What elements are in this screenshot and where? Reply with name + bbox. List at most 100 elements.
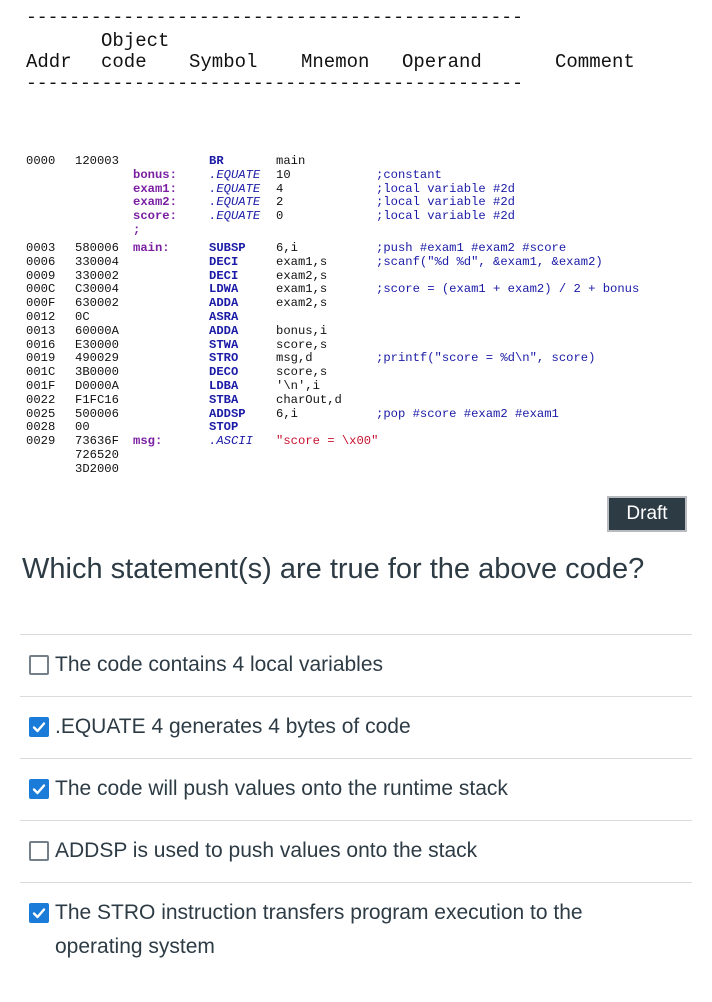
listing-comment: ;scanf("%d %d", &exam1, &exam2) xyxy=(376,254,603,269)
listing-object-code: 330004 xyxy=(75,254,119,269)
checkbox-icon[interactable] xyxy=(29,841,49,861)
listing-addr: 000C xyxy=(26,282,56,297)
listing-mnemonic: ADDSP xyxy=(209,406,246,421)
listing-operand: 10 xyxy=(276,167,291,182)
listing-mnemonic: ADDA xyxy=(209,296,239,311)
listing-operand: 4 xyxy=(276,181,284,196)
header-col-code: code xyxy=(101,51,147,73)
answer-option[interactable]: ADDSP is used to push values onto the st… xyxy=(20,820,692,882)
listing-addr: 0025 xyxy=(26,406,56,421)
listing-addr: 0003 xyxy=(26,240,56,255)
listing-object-code: 500006 xyxy=(75,406,119,421)
listing-symbol: bonus: xyxy=(133,167,177,182)
listing-object-code: 490029 xyxy=(75,351,119,366)
answer-options: The code contains 4 local variables .EQUA… xyxy=(20,634,692,978)
header-col-object: Object xyxy=(101,30,170,52)
listing-object-code: 580006 xyxy=(75,240,119,255)
listing-mnemonic: .EQUATE xyxy=(209,195,261,210)
header-col-operand: Operand xyxy=(402,51,482,73)
listing-object-code: 60000A xyxy=(75,323,119,338)
answer-option-label: The code contains 4 local variables xyxy=(55,653,384,676)
listing-object-code: E30000 xyxy=(75,337,119,352)
listing-addr: 000F xyxy=(26,296,56,311)
listing-mnemonic: BR xyxy=(209,154,224,168)
listing-addr: 001C xyxy=(26,365,56,380)
header-col-symbol: Symbol xyxy=(189,51,258,73)
listing-mnemonic: SUBSP xyxy=(209,240,246,255)
listing-operand: bonus,i xyxy=(276,323,328,338)
listing-comment: ;score = (exam1 + exam2) / 2 + bonus xyxy=(376,282,640,297)
listing-addr: 0000 xyxy=(26,154,56,168)
listing-symbol: score: xyxy=(133,209,177,224)
listing-operand: 2 xyxy=(276,195,284,210)
listing-comment: ;local variable #2d xyxy=(376,195,515,210)
listing-mnemonic: ASRA xyxy=(209,309,239,324)
listing-mnemonic: LDWA xyxy=(209,282,239,297)
listing-operand: exam1,s xyxy=(276,282,328,297)
listing-operand: '\n',i xyxy=(276,378,320,393)
draft-button[interactable]: Draft xyxy=(607,496,687,532)
answer-option-label: .EQUATE 4 generates 4 bytes of code xyxy=(55,715,411,738)
listing-mnemonic: DECO xyxy=(209,365,239,380)
listing-comment: ;pop #score #exam2 #exam1 xyxy=(376,406,559,421)
header-col-comment: Comment xyxy=(555,51,635,73)
question-text: Which statement(s) are true for the abov… xyxy=(22,553,645,585)
listing-mnemonic: STRO xyxy=(209,351,239,366)
listing-comment: ;push #exam1 #exam2 #score xyxy=(376,240,567,255)
listing-addr: 0012 xyxy=(26,309,56,324)
listing-mnemonic: ADDA xyxy=(209,323,239,338)
listing-mnemonic: LDBA xyxy=(209,378,239,393)
listing-addr: 001F xyxy=(26,378,56,393)
listing-mnemonic: .EQUATE xyxy=(209,209,261,224)
listing-operand: score,s xyxy=(276,337,328,352)
listing-object-code: D0000A xyxy=(75,378,119,393)
listing-addr: 0022 xyxy=(26,392,56,407)
listing-mnemonic: DECI xyxy=(209,268,239,283)
checkbox-checked-icon[interactable] xyxy=(29,903,49,923)
checkbox-icon[interactable] xyxy=(29,655,49,675)
listing-addr: 0016 xyxy=(26,337,56,352)
listing-operand: "score = \x00" xyxy=(276,434,379,449)
listing-mnemonic: .EQUATE xyxy=(209,167,261,182)
listing-object-code: 00 xyxy=(75,420,90,435)
listing-operand: exam1,s xyxy=(276,254,328,269)
listing-object-code: C30004 xyxy=(75,282,119,297)
answer-option[interactable]: The code contains 4 local variables xyxy=(20,634,692,696)
checkbox-checked-icon[interactable] xyxy=(29,717,49,737)
listing-mnemonic: STBA xyxy=(209,392,239,407)
listing-object-code: 0C xyxy=(75,309,90,324)
listing-object-code: 330002 xyxy=(75,268,119,283)
listing-mnemonic: DECI xyxy=(209,254,239,269)
listing-comment: ;constant xyxy=(376,167,442,182)
listing-addr: 0009 xyxy=(26,268,56,283)
listing-object-code: F1FC16 xyxy=(75,392,119,407)
header-col-addr: Addr xyxy=(26,51,72,73)
listing-object-code: 120003 xyxy=(75,154,119,168)
listing-addr: 0013 xyxy=(26,323,56,338)
listing-mnemonic: .EQUATE xyxy=(209,181,261,196)
listing-object-code: 3B0000 xyxy=(75,365,119,380)
answer-option-label: The code will push values onto the runti… xyxy=(55,777,508,800)
listing-operand: 6,i xyxy=(276,406,298,421)
listing-operand: 0 xyxy=(276,209,284,224)
listing-comment: ;local variable #2d xyxy=(376,181,515,196)
listing-comment: ;local variable #2d xyxy=(376,209,515,224)
listing-symbol: exam1: xyxy=(133,181,177,196)
listing-object-code: 630002 xyxy=(75,296,119,311)
answer-option[interactable]: The STRO instruction transfers program e… xyxy=(20,882,692,978)
checkbox-checked-icon[interactable] xyxy=(29,779,49,799)
listing-addr: 0029 xyxy=(26,434,56,449)
listing-comment: ;printf("score = %d\n", score) xyxy=(376,351,596,366)
listing-operand: charOut,d xyxy=(276,392,342,407)
listing-operand: score,s xyxy=(276,365,328,380)
answer-option[interactable]: .EQUATE 4 generates 4 bytes of code xyxy=(20,696,692,758)
assembly-listing: 0000 120003 BR main bonus: .EQUATE 10 ;constant… xyxy=(26,154,706,485)
listing-object-code: 73636F xyxy=(75,434,119,449)
listing-operand: 6,i xyxy=(276,240,298,255)
header-dash-bottom: ----------------------------------------… xyxy=(26,74,523,94)
listing-mnemonic: .ASCII xyxy=(209,434,253,449)
header-dash-top: ----------------------------------------… xyxy=(26,8,523,28)
listing-operand: main xyxy=(276,154,306,168)
listing-addr: 0019 xyxy=(26,351,56,366)
answer-option[interactable]: The code will push values onto the runti… xyxy=(20,758,692,820)
